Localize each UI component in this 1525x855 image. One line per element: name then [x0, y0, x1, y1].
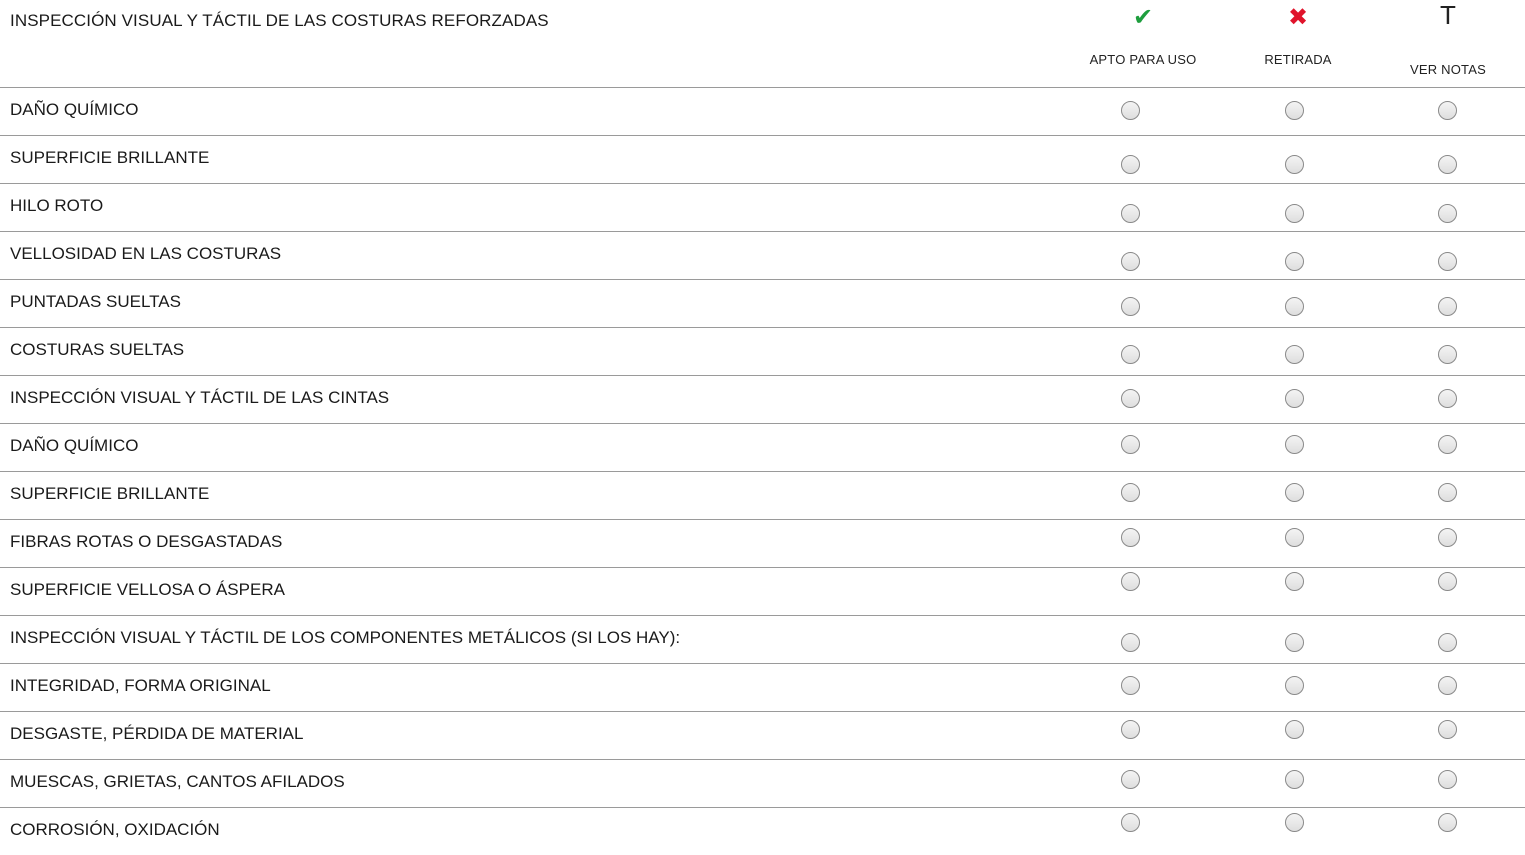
table-row: DESGASTE, PÉRDIDA DE MATERIAL — [0, 712, 1525, 760]
row-label: INSPECCIÓN VISUAL Y TÁCTIL DE LAS CINTAS — [10, 388, 390, 407]
table-row: HILO ROTO — [0, 184, 1525, 232]
radio-ver-notas[interactable] — [1438, 252, 1457, 271]
radio-ver-notas[interactable] — [1438, 528, 1457, 547]
radio-apto-para-uso[interactable] — [1121, 252, 1140, 271]
table-row: MUESCAS, GRIETAS, CANTOS AFILADOS — [0, 760, 1525, 808]
radio-ver-notas[interactable] — [1438, 633, 1457, 652]
radio-apto-para-uso[interactable] — [1121, 435, 1140, 454]
radio-retirada[interactable] — [1285, 435, 1304, 454]
radio-apto-para-uso[interactable] — [1121, 813, 1140, 832]
table-row: COSTURAS SUELTAS — [0, 328, 1525, 376]
text-t-icon: T — [1440, 0, 1456, 30]
table-row: INTEGRIDAD, FORMA ORIGINAL — [0, 664, 1525, 712]
table-row: VELLOSIDAD EN LAS COSTURAS — [0, 232, 1525, 280]
radio-ver-notas[interactable] — [1438, 572, 1457, 591]
radio-apto-para-uso[interactable] — [1121, 204, 1140, 223]
row-label: MUESCAS, GRIETAS, CANTOS AFILADOS — [10, 772, 345, 791]
row-label: DESGASTE, PÉRDIDA DE MATERIAL — [10, 724, 304, 743]
row-label: CORROSIÓN, OXIDACIÓN — [10, 820, 220, 839]
row-label: VELLOSIDAD EN LAS COSTURAS — [10, 244, 282, 263]
table-row: INSPECCIÓN VISUAL Y TÁCTIL DE LOS COMPON… — [0, 616, 1525, 664]
table-row: FIBRAS ROTAS O DESGASTADAS — [0, 520, 1525, 568]
row-label: DAÑO QUÍMICO — [10, 100, 139, 119]
radio-retirada[interactable] — [1285, 297, 1304, 316]
row-label: SUPERFICIE BRILLANTE — [10, 484, 210, 503]
radio-ver-notas[interactable] — [1438, 720, 1457, 739]
row-label: INTEGRIDAD, FORMA ORIGINAL — [10, 676, 271, 695]
check-icon: ✔ — [1132, 4, 1154, 31]
table-row: DAÑO QUÍMICO — [0, 88, 1525, 136]
radio-retirada[interactable] — [1285, 252, 1304, 271]
radio-apto-para-uso[interactable] — [1121, 676, 1140, 695]
radio-ver-notas[interactable] — [1438, 483, 1457, 502]
radio-ver-notas[interactable] — [1438, 155, 1457, 174]
radio-apto-para-uso[interactable] — [1121, 155, 1140, 174]
column-label-ver-notas: VER NOTAS — [1410, 62, 1486, 77]
radio-apto-para-uso[interactable] — [1121, 720, 1140, 739]
radio-apto-para-uso[interactable] — [1121, 633, 1140, 652]
column-label-apto: APTO PARA USO — [1089, 52, 1197, 67]
row-label: INSPECCIÓN VISUAL Y TÁCTIL DE LOS COMPON… — [10, 628, 681, 647]
radio-ver-notas[interactable] — [1438, 389, 1457, 408]
radio-retirada[interactable] — [1285, 633, 1304, 652]
table-row: SUPERFICIE BRILLANTE — [0, 472, 1525, 520]
row-label: PUNTADAS SUELTAS — [10, 292, 181, 311]
radio-retirada[interactable] — [1285, 770, 1304, 789]
radio-retirada[interactable] — [1285, 155, 1304, 174]
checklist-header: INSPECCIÓN VISUAL Y TÁCTIL DE LAS COSTUR… — [0, 0, 1525, 88]
row-label: SUPERFICIE BRILLANTE — [10, 148, 210, 167]
radio-apto-para-uso[interactable] — [1121, 528, 1140, 547]
section-title: INSPECCIÓN VISUAL Y TÁCTIL DE LAS COSTUR… — [10, 11, 549, 30]
radio-ver-notas[interactable] — [1438, 813, 1457, 832]
radio-retirada[interactable] — [1285, 345, 1304, 364]
row-label: FIBRAS ROTAS O DESGASTADAS — [10, 532, 283, 551]
radio-retirada[interactable] — [1285, 676, 1304, 695]
cross-icon: ✖ — [1287, 4, 1309, 31]
row-label: SUPERFICIE VELLOSA O ÁSPERA — [10, 580, 285, 599]
radio-ver-notas[interactable] — [1438, 297, 1457, 316]
table-row: DAÑO QUÍMICO — [0, 424, 1525, 472]
radio-apto-para-uso[interactable] — [1121, 572, 1140, 591]
column-ver-notas: T VER NOTAS — [1368, 0, 1525, 77]
column-retirada: ✖ RETIRADA — [1218, 0, 1378, 67]
radio-apto-para-uso[interactable] — [1121, 297, 1140, 316]
radio-retirada[interactable] — [1285, 101, 1304, 120]
radio-retirada[interactable] — [1285, 528, 1304, 547]
radio-ver-notas[interactable] — [1438, 770, 1457, 789]
table-row: PUNTADAS SUELTAS — [0, 280, 1525, 328]
radio-ver-notas[interactable] — [1438, 101, 1457, 120]
radio-retirada[interactable] — [1285, 389, 1304, 408]
radio-retirada[interactable] — [1285, 483, 1304, 502]
column-apto-para-uso: ✔ APTO PARA USO — [1063, 0, 1223, 67]
row-label: COSTURAS SUELTAS — [10, 340, 185, 359]
radio-retirada[interactable] — [1285, 813, 1304, 832]
radio-apto-para-uso[interactable] — [1121, 101, 1140, 120]
table-row: INSPECCIÓN VISUAL Y TÁCTIL DE LAS CINTAS — [0, 376, 1525, 424]
table-row: SUPERFICIE BRILLANTE — [0, 136, 1525, 184]
radio-apto-para-uso[interactable] — [1121, 770, 1140, 789]
radio-retirada[interactable] — [1285, 720, 1304, 739]
radio-ver-notas[interactable] — [1438, 345, 1457, 364]
radio-ver-notas[interactable] — [1438, 204, 1457, 223]
checklist-rows: DAÑO QUÍMICO SUPERFICIE BRILLANTE HILO ROT… — [0, 88, 1525, 855]
column-label-retirada: RETIRADA — [1264, 52, 1332, 67]
row-label: HILO ROTO — [10, 196, 104, 215]
row-label: DAÑO QUÍMICO — [10, 436, 139, 455]
table-row: CORROSIÓN, OXIDACIÓN — [0, 808, 1525, 855]
radio-apto-para-uso[interactable] — [1121, 345, 1140, 364]
radio-retirada[interactable] — [1285, 204, 1304, 223]
radio-retirada[interactable] — [1285, 572, 1304, 591]
table-row: SUPERFICIE VELLOSA O ÁSPERA — [0, 568, 1525, 616]
radio-apto-para-uso[interactable] — [1121, 389, 1140, 408]
radio-apto-para-uso[interactable] — [1121, 483, 1140, 502]
radio-ver-notas[interactable] — [1438, 435, 1457, 454]
radio-ver-notas[interactable] — [1438, 676, 1457, 695]
